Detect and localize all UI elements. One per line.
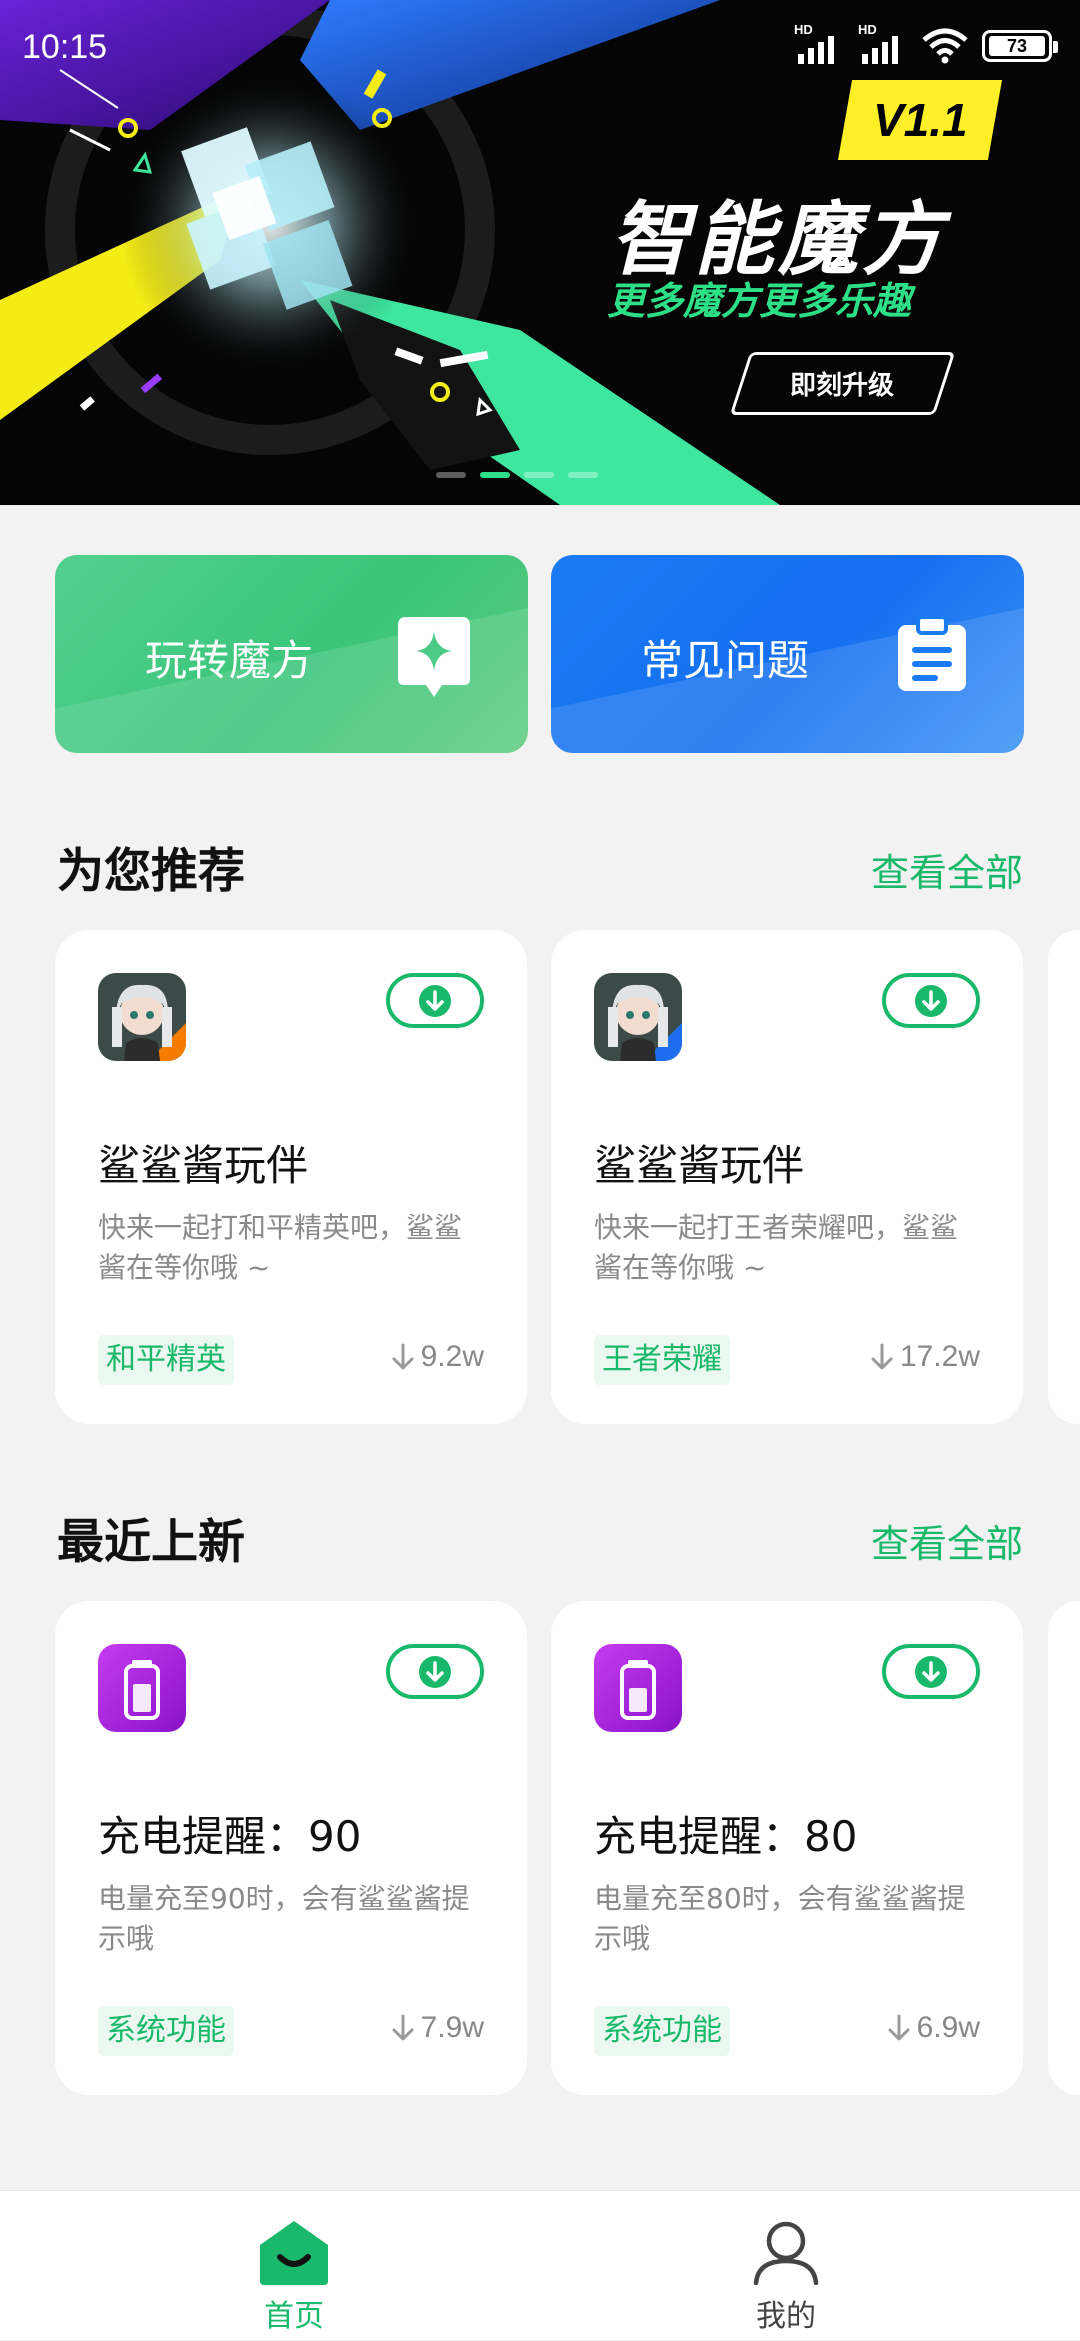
battery-icon: 73 — [982, 30, 1058, 62]
download-count-value: 17.2w — [899, 1340, 980, 1373]
nav-home[interactable]: 首页 — [194, 2191, 394, 2341]
pager-dot[interactable] — [568, 472, 598, 478]
card-title: 充电提醒：90 — [98, 1812, 362, 1861]
section-title: 为您推荐 — [57, 844, 245, 899]
category-tag: 和平精英 — [98, 1335, 234, 1385]
clipboard-icon — [898, 617, 966, 691]
nav-mine[interactable]: 我的 — [686, 2191, 886, 2341]
card-title: 鲨鲨酱玩伴 — [98, 1141, 309, 1190]
arrow-down-icon — [392, 1343, 414, 1370]
tile-label: 常见问题 — [641, 636, 810, 685]
pager-dot[interactable] — [524, 472, 554, 478]
battery-icon — [98, 1644, 186, 1732]
download-icon — [419, 1655, 451, 1688]
pager-dot[interactable] — [480, 472, 510, 478]
battery-icon — [594, 1644, 682, 1732]
app-card[interactable]: 充电提醒：90 电量充至90时，会有鲨鲨酱提示哦 系统功能 7.9w — [55, 1601, 527, 2095]
signal-label: HD — [794, 22, 813, 37]
bottom-nav: 首页 我的 — [0, 2190, 1080, 2340]
download-count: 7.9w — [391, 2011, 484, 2045]
view-all-link[interactable]: 查看全部 — [871, 1513, 1023, 1568]
play-cube-tile[interactable]: 玩转魔方 — [55, 555, 528, 753]
card-description: 电量充至80时，会有鲨鲨酱提示哦 — [594, 1882, 966, 1955]
banner-pager — [436, 472, 598, 478]
download-button[interactable] — [882, 973, 980, 1028]
app-card-peek[interactable] — [1048, 930, 1080, 1424]
signal-label: HD — [858, 22, 877, 37]
version-text: V1.1 — [872, 94, 968, 146]
card-description: 快来一起打和平精英吧，鲨鲨酱在等你哦 ~ — [98, 1211, 463, 1284]
download-count: 9.2w — [391, 1340, 484, 1374]
faq-tile[interactable]: 常见问题 — [551, 555, 1024, 753]
download-count-value: 6.9w — [916, 2011, 980, 2044]
signal-icon: HD — [794, 22, 844, 66]
user-icon — [753, 2221, 819, 2285]
nav-home-label: 首页 — [264, 2299, 324, 2334]
app-card[interactable]: 鲨鲨酱玩伴 快来一起打王者荣耀吧，鲨鲨酱在等你哦 ~ 王者荣耀 17.2w — [551, 930, 1023, 1424]
upgrade-button[interactable]: 即刻升级 — [729, 352, 956, 415]
card-description: 电量充至90时，会有鲨鲨酱提示哦 — [98, 1882, 470, 1955]
nav-mine-label: 我的 — [756, 2299, 816, 2334]
download-button[interactable] — [882, 1644, 980, 1699]
status-time: 10:15 — [22, 28, 108, 66]
signal-icon: HD — [858, 22, 908, 66]
banner-subtitle: 更多魔方更多乐趣 — [607, 279, 912, 323]
version-badge: V1.1 — [837, 80, 1003, 160]
card-title: 鲨鲨酱玩伴 — [594, 1141, 805, 1190]
download-count-value: 7.9w — [420, 2011, 484, 2044]
wifi-icon — [922, 28, 968, 64]
arrow-down-icon — [392, 2014, 414, 2041]
download-button[interactable] — [386, 1644, 484, 1699]
download-count: 17.2w — [870, 1340, 980, 1374]
home-icon — [260, 2221, 328, 2285]
download-count-value: 9.2w — [420, 1340, 484, 1373]
status-icons: HD HD 73 — [794, 22, 1058, 66]
avatar-icon — [98, 973, 186, 1061]
upgrade-button-label: 即刻升级 — [790, 371, 895, 401]
battery-level: 73 — [989, 36, 1045, 56]
app-card[interactable]: 充电提醒：80 电量充至80时，会有鲨鲨酱提示哦 系统功能 6.9w — [551, 1601, 1023, 2095]
section-title: 最近上新 — [57, 1515, 245, 1570]
view-all-link[interactable]: 查看全部 — [871, 842, 1023, 897]
app-card-peek[interactable] — [1048, 1601, 1080, 2095]
download-icon — [915, 1655, 947, 1688]
category-tag: 王者荣耀 — [594, 1335, 730, 1385]
app-card[interactable]: 鲨鲨酱玩伴 快来一起打和平精英吧，鲨鲨酱在等你哦 ~ 和平精英 9.2w — [55, 930, 527, 1424]
category-tag: 系统功能 — [98, 2006, 234, 2056]
avatar-icon — [594, 973, 682, 1061]
download-count: 6.9w — [887, 2011, 980, 2045]
card-title: 充电提醒：80 — [594, 1812, 858, 1861]
arrow-down-icon — [871, 1343, 893, 1370]
sparkle-icon — [398, 617, 470, 697]
banner[interactable]: 10:15 HD HD 73 V1.1 智能魔方 更多魔方更多乐趣 即刻升级 — [0, 0, 1080, 505]
download-button[interactable] — [386, 973, 484, 1028]
arrow-down-icon — [888, 2014, 910, 2041]
card-description: 快来一起打王者荣耀吧，鲨鲨酱在等你哦 ~ — [594, 1211, 959, 1284]
pager-dot[interactable] — [436, 472, 466, 478]
download-icon — [419, 984, 451, 1017]
tile-label: 玩转魔方 — [145, 636, 314, 685]
category-tag: 系统功能 — [594, 2006, 730, 2056]
download-icon — [915, 984, 947, 1017]
